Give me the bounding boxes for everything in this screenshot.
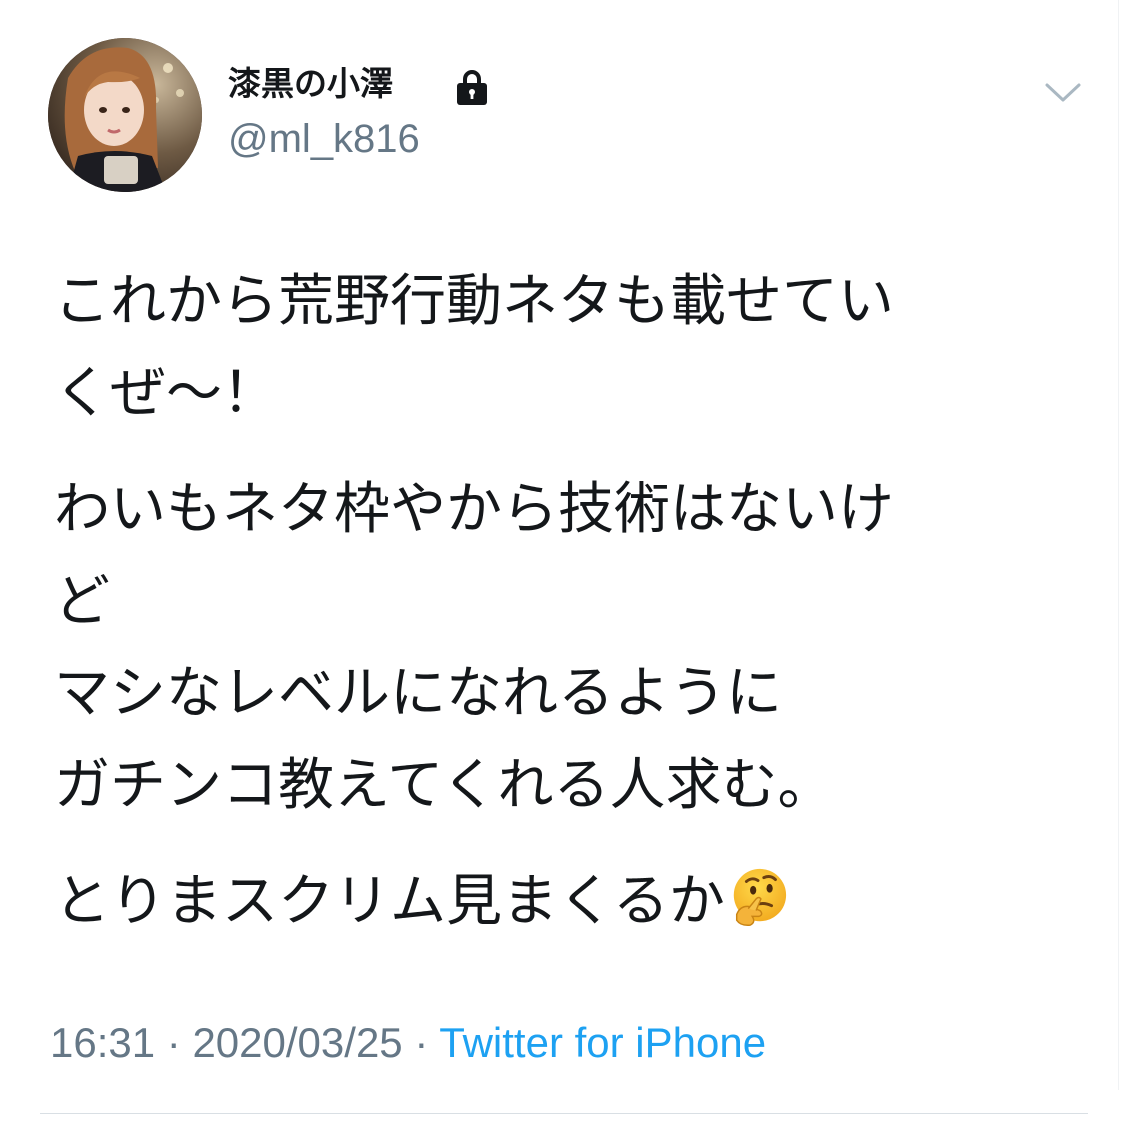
tweet-line: これから荒野行動ネタも載せてい (54, 269, 894, 334)
tweet-line-last: とりまスクリム見まくるか (54, 856, 1054, 948)
meta-separator: · (166, 1019, 181, 1066)
display-name[interactable]: 漆黒の小澤 (228, 62, 393, 106)
tweet-meta: 16:31 · 2020/03/25 · Twitter for iPhone (50, 1016, 766, 1070)
meta-separator: · (414, 1019, 429, 1066)
tweet: 漆黒の小澤 @ml_k816 これから荒野行動ネタも載せてい くぜ〜！ わいもネ… (0, 0, 1125, 1132)
avatar-image (48, 38, 202, 192)
divider (40, 1113, 1088, 1114)
tweet-line: ガチンコ教えてくれる人求む。 (54, 753, 834, 818)
tweet-line: マシなレベルになれるように (54, 661, 782, 726)
avatar[interactable] (48, 38, 202, 192)
tweet-source-link[interactable]: Twitter for iPhone (439, 1019, 766, 1066)
lock-icon (457, 70, 487, 105)
tweet-time[interactable]: 16:31 (50, 1019, 155, 1066)
tweet-text: これから荒野行動ネタも載せてい くぜ〜！ わいもネタ枠やから技術はないけ ど マ… (54, 256, 1054, 948)
tweet-line: わいもネタ枠やから技術はないけ (54, 477, 894, 542)
user-handle[interactable]: @ml_k816 (228, 114, 420, 164)
tweet-line: ど (54, 569, 110, 634)
edge-divider (1118, 0, 1119, 1090)
tweet-date[interactable]: 2020/03/25 (192, 1019, 402, 1066)
tweet-line: くぜ〜！ (54, 361, 278, 426)
thinking-face-icon (733, 868, 786, 926)
tweet-line: とりまスクリム見まくるか (54, 869, 725, 934)
chevron-down-icon[interactable] (1044, 80, 1082, 106)
